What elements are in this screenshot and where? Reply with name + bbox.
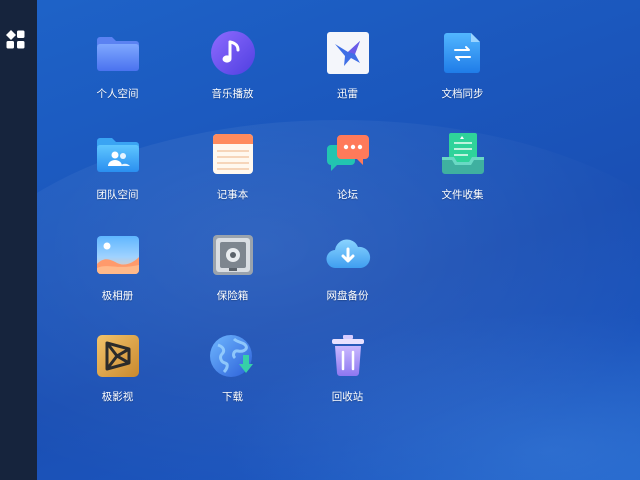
grid-apps-icon[interactable]	[4, 28, 26, 50]
app-recycle-bin[interactable]: 回收站	[290, 331, 405, 432]
app-label: 文档同步	[441, 88, 484, 100]
music-note-icon	[208, 28, 258, 78]
cloud-download-icon	[323, 230, 373, 280]
app-label: 下载	[222, 391, 243, 403]
desktop: 个人空间 音乐播放 迅雷 文档同步 团队空间 记事本 论坛 文件收集 极相册 保…	[0, 0, 640, 480]
sidebar	[0, 0, 37, 480]
app-cloud-backup[interactable]: 网盘备份	[290, 230, 405, 331]
app-personal-space[interactable]: 个人空间	[60, 28, 175, 129]
sync-document-icon	[438, 28, 488, 78]
trash-icon	[323, 331, 373, 381]
globe-download-icon	[208, 331, 258, 381]
app-label: 团队空间	[96, 189, 139, 201]
app-forum[interactable]: 论坛	[290, 129, 405, 230]
app-label: 文件收集	[441, 189, 484, 201]
app-label: 论坛	[337, 189, 358, 201]
grid-empty-slot	[405, 230, 520, 331]
team-folder-icon	[93, 129, 143, 179]
photo-album-icon	[93, 230, 143, 280]
app-label: 网盘备份	[326, 290, 369, 302]
app-file-collect[interactable]: 文件收集	[405, 129, 520, 230]
safe-icon	[208, 230, 258, 280]
app-notepad[interactable]: 记事本	[175, 129, 290, 230]
chat-bubbles-icon	[323, 129, 373, 179]
folder-icon	[93, 28, 143, 78]
app-label: 回收站	[331, 391, 364, 403]
thunder-bird-icon	[323, 28, 373, 78]
app-label: 个人空间	[96, 88, 139, 100]
video-icon	[93, 331, 143, 381]
app-label: 音乐播放	[211, 88, 254, 100]
notepad-icon	[208, 129, 258, 179]
app-safe[interactable]: 保险箱	[175, 230, 290, 331]
app-doc-sync[interactable]: 文档同步	[405, 28, 520, 129]
app-video[interactable]: 极影视	[60, 331, 175, 432]
file-inbox-icon	[438, 129, 488, 179]
app-label: 迅雷	[337, 88, 358, 100]
app-photo-album[interactable]: 极相册	[60, 230, 175, 331]
app-grid: 个人空间 音乐播放 迅雷 文档同步 团队空间 记事本 论坛 文件收集 极相册 保…	[60, 28, 580, 432]
app-label: 保险箱	[216, 290, 249, 302]
app-label: 极影视	[101, 391, 134, 403]
app-download[interactable]: 下载	[175, 331, 290, 432]
app-label: 极相册	[101, 290, 134, 302]
app-label: 记事本	[216, 189, 249, 201]
app-team-space[interactable]: 团队空间	[60, 129, 175, 230]
app-thunder[interactable]: 迅雷	[290, 28, 405, 129]
app-music-player[interactable]: 音乐播放	[175, 28, 290, 129]
